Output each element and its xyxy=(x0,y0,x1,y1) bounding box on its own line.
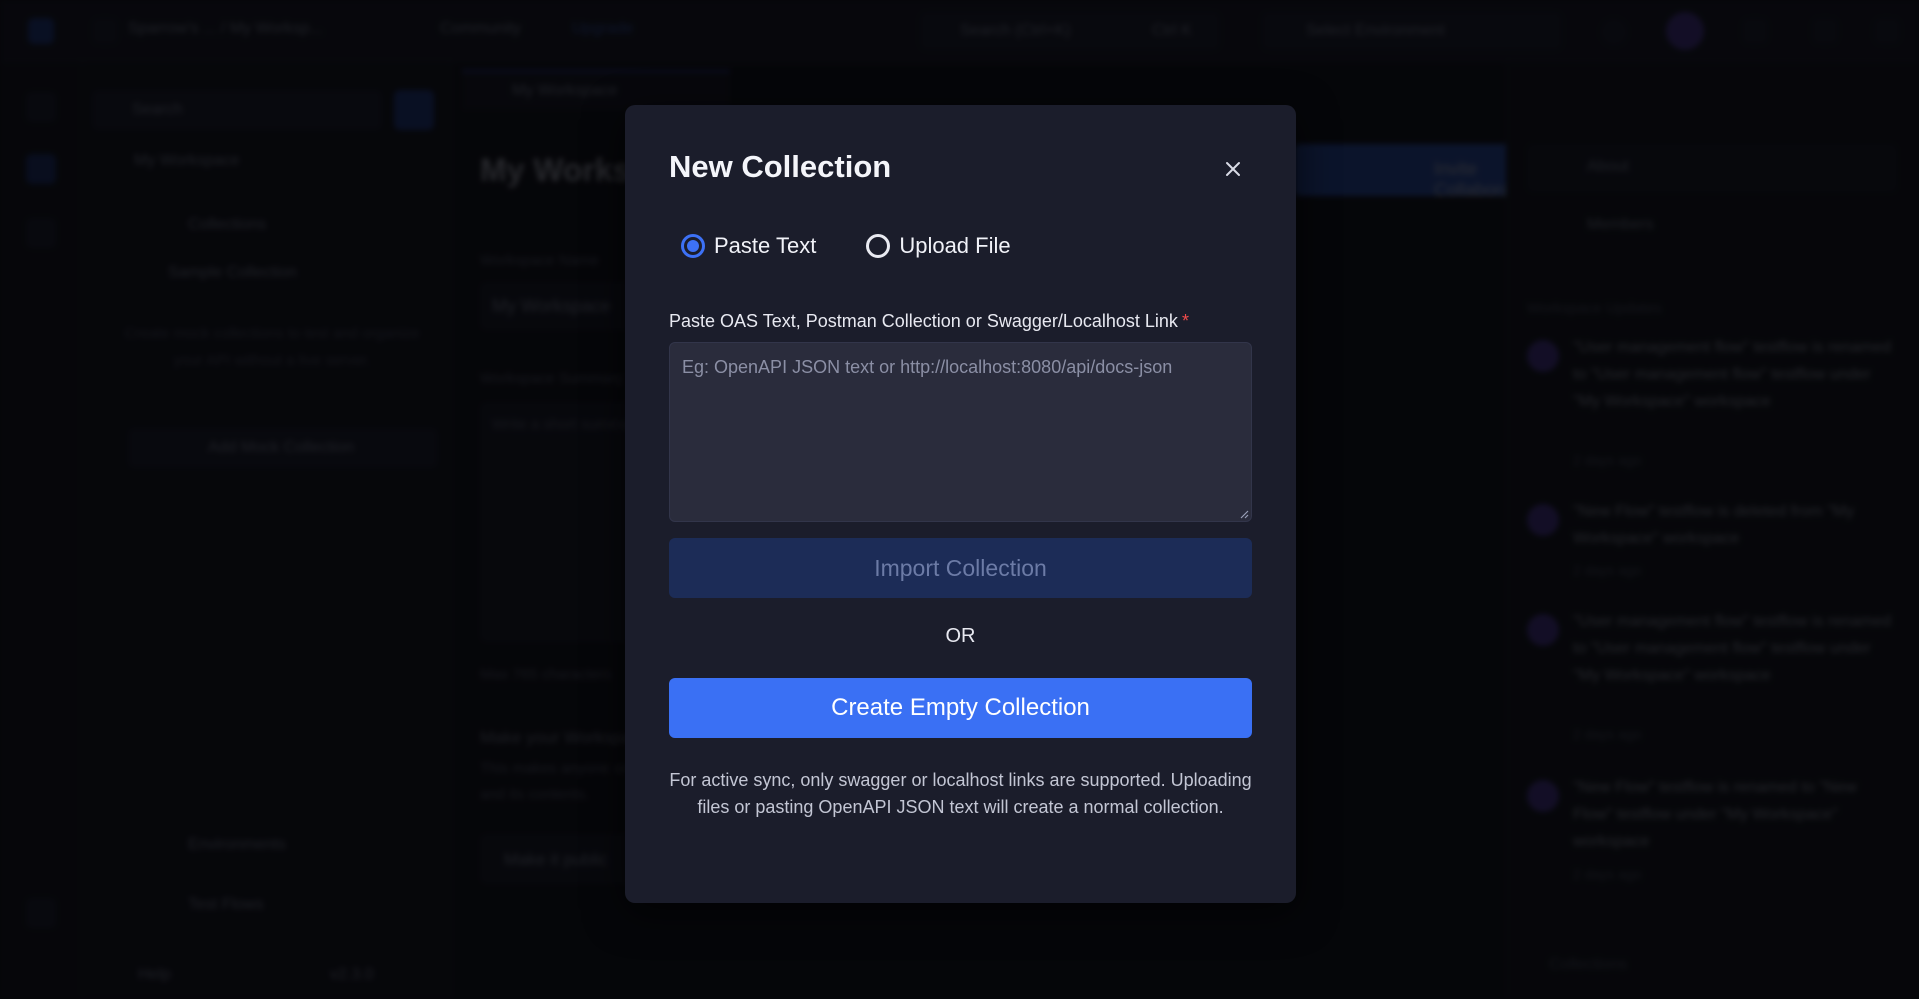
upload-file-option[interactable]: Upload File xyxy=(866,233,1011,259)
collection-source-input[interactable] xyxy=(669,342,1252,522)
paste-text-option[interactable]: Paste Text xyxy=(681,233,816,259)
source-radio-group: Paste Text Upload File xyxy=(681,233,1061,259)
radio-unchecked-icon[interactable] xyxy=(866,234,891,258)
close-icon xyxy=(1226,162,1240,176)
or-separator: OR xyxy=(945,625,976,647)
create-empty-collection-button[interactable]: Create Empty Collection xyxy=(669,678,1252,738)
required-mark: * xyxy=(1181,311,1189,331)
import-collection-button[interactable]: Import Collection xyxy=(669,538,1252,598)
input-label: Paste OAS Text, Postman Collection or Sw… xyxy=(669,311,1189,331)
radio-checked-icon[interactable] xyxy=(681,234,705,258)
close-button[interactable] xyxy=(1217,153,1249,185)
resize-grip-icon[interactable] xyxy=(1239,509,1249,519)
sync-note: For active sync, only swagger or localho… xyxy=(669,770,1252,817)
modal-title: New Collection xyxy=(669,149,892,184)
new-collection-modal: New Collection Paste Text Upload File Pa… xyxy=(625,105,1296,903)
upload-file-label: Upload File xyxy=(899,233,1011,258)
paste-text-label: Paste Text xyxy=(714,233,817,258)
